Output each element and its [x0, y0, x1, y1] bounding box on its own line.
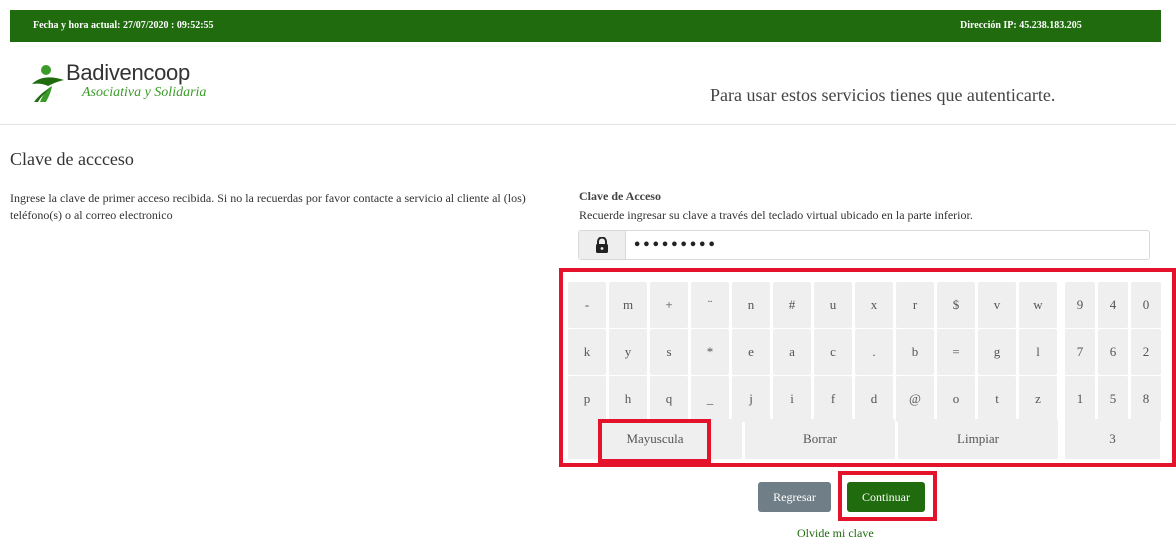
brand-logo[interactable]: Badivencoop Asociativa y Solidaria: [30, 60, 230, 107]
password-label: Clave de Acceso: [579, 189, 661, 203]
current-datetime: Fecha y hora actual: 27/07/2020 : 09:52:…: [33, 20, 214, 31]
auth-message: Para usar estos servicios tienes que aut…: [710, 85, 1056, 105]
back-button[interactable]: Regresar: [758, 482, 831, 512]
intro-text: Ingrese la clave de primer acceso recibi…: [10, 191, 526, 222]
brand-tagline: Asociativa y Solidaria: [82, 85, 207, 100]
continue-button[interactable]: Continuar: [847, 482, 925, 512]
ip-address: Dirección IP: 45.238.183.205: [960, 20, 1082, 31]
lock-icon: [579, 231, 626, 259]
top-info-bar: Fecha y hora actual: 27/07/2020 : 09:52:…: [10, 10, 1161, 42]
person-leaf-logo-icon: [32, 65, 64, 102]
brand-name: Badivencoop: [66, 60, 190, 85]
password-field-group: [578, 230, 1150, 260]
page-title: Clave de accceso: [10, 149, 134, 169]
password-input[interactable]: [629, 231, 1147, 259]
password-help: Recuerde ingresar su clave a través del …: [579, 208, 973, 222]
mayuscula-highlight-box: [598, 419, 711, 463]
header-divider: [0, 124, 1176, 125]
forgot-password-link[interactable]: Olvide mi clave: [797, 526, 874, 541]
